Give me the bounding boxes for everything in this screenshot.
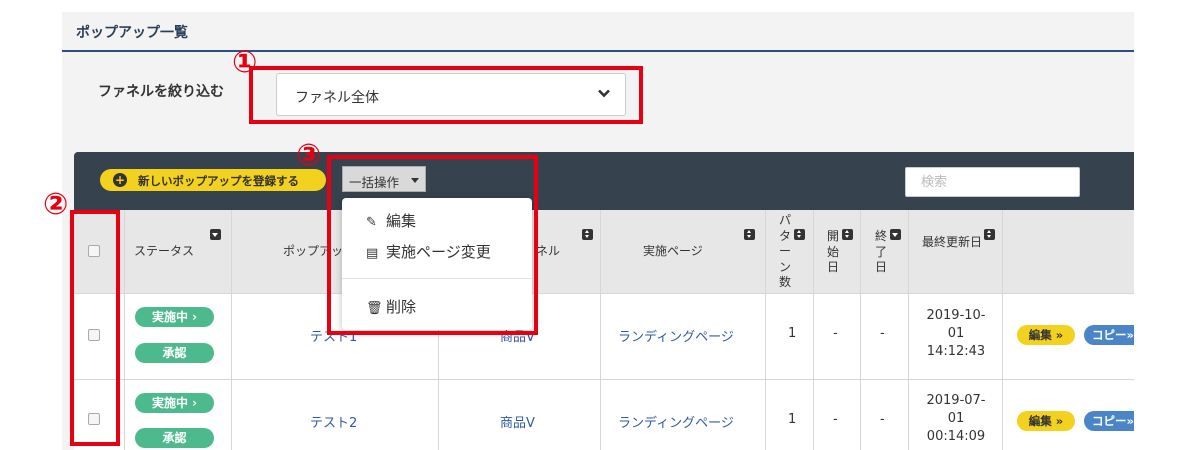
col-divider [1002,210,1003,450]
filter-label: ファネルを絞り込む [98,84,224,100]
highlight-box-3 [327,155,538,335]
annotation-badge-1: ① [232,45,258,80]
funnel-link[interactable]: 商品V [500,412,535,431]
header-updated: 最終更新日 [922,235,983,249]
updated-time: 00:14:09 [926,429,986,444]
copy-button[interactable]: コピー» [1084,325,1134,345]
col-divider [908,210,909,450]
header-funnel: ネル [536,244,561,258]
col-divider [860,210,861,450]
plus-icon: + [113,173,127,187]
updated-date: 2019-10- [926,308,986,323]
header-patterns: パターン数 [778,213,791,290]
sort-funnel-icon[interactable] [582,229,593,240]
updated-date: 2019-07- [926,393,986,408]
status-badge[interactable]: 実施中 › [135,307,214,327]
edit-button[interactable]: 編集 » [1017,411,1075,431]
col-divider [765,210,766,450]
col-divider [813,210,814,450]
popup-name-link[interactable]: テスト2 [310,412,357,431]
col-divider [231,210,232,450]
highlight-box-1 [249,66,643,124]
stage: ポップアップ一覧 ファネルを絞り込む ファネル全体 + 新しいポップアップを登録… [0,0,1200,450]
new-popup-button[interactable]: + 新しいポップアップを登録する [100,169,326,191]
header-page: 実施ページ [643,244,703,258]
col-divider [124,210,125,450]
copy-button[interactable]: コピー» [1084,411,1134,431]
pattern-count: 1 [788,326,797,341]
annotation-badge-3: ③ [296,138,322,173]
pattern-count: 1 [788,412,797,427]
page-link[interactable]: ランディングページ [618,412,734,431]
title-divider [62,50,1134,52]
start-date: - [833,412,838,427]
page-link[interactable]: ランディングページ [618,326,734,345]
approval-badge[interactable]: 承認 [135,343,214,363]
page-title: ポップアップ一覧 [76,25,188,41]
annotation-badge-2: ② [43,187,69,222]
sort-end-icon[interactable] [890,229,901,240]
highlight-box-2 [70,210,120,446]
sort-patterns-icon[interactable] [794,229,805,240]
search-input[interactable] [907,169,1077,195]
header-status: ステータス [134,244,195,258]
new-popup-label: 新しいポップアップを登録する [138,174,299,188]
start-date: - [833,326,838,341]
sort-status-icon[interactable] [210,229,221,240]
row-divider [74,379,1134,380]
col-divider [600,210,601,450]
end-date: - [880,326,885,341]
updated-day: 01 [947,326,965,341]
row-divider [74,293,1134,294]
sort-start-icon[interactable] [842,229,853,240]
sort-page-icon[interactable] [744,229,755,240]
search-box[interactable] [905,167,1080,197]
end-date: - [880,412,885,427]
header-end: 終了日 [874,229,887,275]
updated-day: 01 [947,411,965,426]
header-start: 開始日 [826,229,839,275]
approval-badge[interactable]: 承認 [135,428,214,448]
edit-button[interactable]: 編集 » [1017,325,1075,345]
sort-updated-icon[interactable] [984,229,995,240]
table-header [74,210,1134,294]
updated-time: 14:12:43 [926,344,986,359]
status-badge[interactable]: 実施中 › [135,393,214,413]
